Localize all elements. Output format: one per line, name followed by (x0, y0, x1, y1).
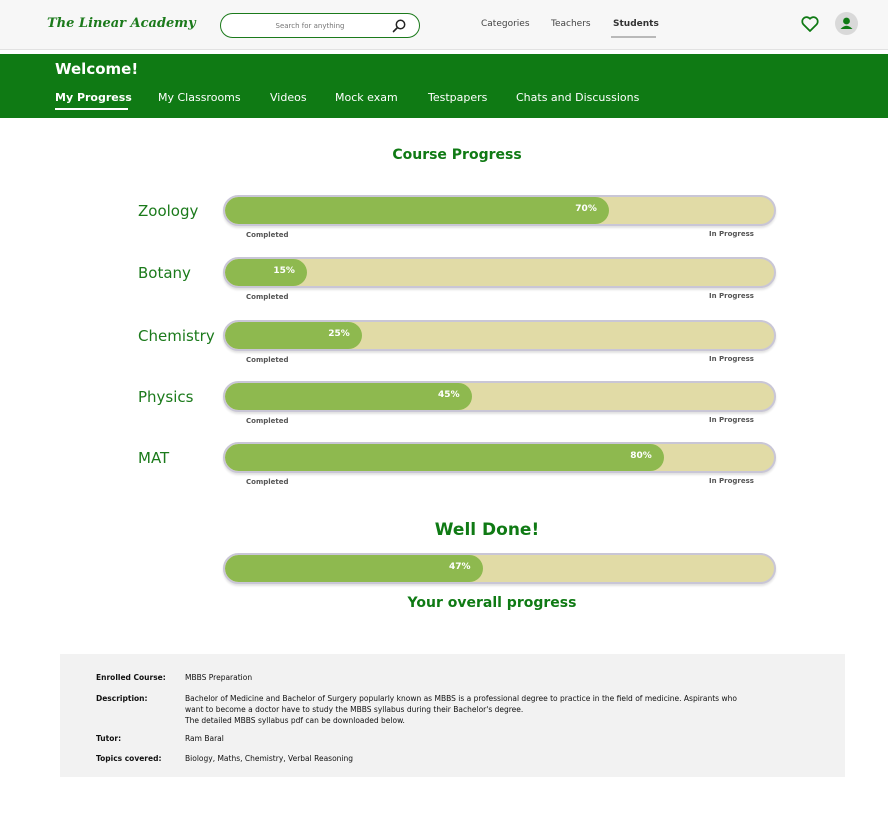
progress-percent: 15% (273, 266, 295, 276)
progress-bar: 45% (223, 381, 776, 412)
heart-icon[interactable] (800, 14, 820, 34)
tutor-value: Ram Baral (185, 734, 224, 743)
in-progress-label: In Progress (709, 355, 754, 363)
overall-progress-caption: Your overall progress (407, 595, 577, 611)
search-input[interactable] (235, 18, 385, 33)
tab-my-progress[interactable]: My Progress (55, 91, 132, 104)
tab-my-classrooms[interactable]: My Classrooms (158, 91, 241, 104)
progress-percent: 47% (449, 562, 471, 572)
nav-categories[interactable]: Categories (481, 19, 530, 29)
user-avatar[interactable] (835, 12, 858, 35)
description-line: The detailed MBBS syllabus pdf can be do… (185, 716, 405, 725)
tab-chats-and-discussions[interactable]: Chats and Discussions (516, 91, 639, 104)
tab-testpapers[interactable]: Testpapers (428, 91, 487, 104)
progress-fill (225, 259, 308, 286)
description-line: Bachelor of Medicine and Bachelor of Sur… (185, 694, 737, 703)
progress-fill (225, 444, 665, 471)
progress-percent: 70% (575, 204, 597, 214)
nav-teachers[interactable]: Teachers (551, 19, 591, 29)
subject-label: Zoology (138, 202, 199, 220)
subject-label: Botany (138, 264, 191, 282)
completed-label: Completed (246, 356, 289, 364)
well-done-heading: Well Done! (434, 520, 540, 540)
progress-fill (225, 197, 610, 224)
nav-active-indicator (611, 36, 656, 38)
course-info-card: Enrolled Course: MBBS Preparation Descri… (60, 654, 845, 777)
completed-label: Completed (246, 417, 289, 425)
completed-label: Completed (246, 231, 289, 239)
completed-label: Completed (246, 293, 289, 301)
progress-percent: 80% (630, 451, 652, 461)
course-progress-title: Course Progress (392, 147, 522, 163)
overall-progress-bar: 47% (223, 553, 776, 584)
enrolled-course-value: MBBS Preparation (185, 673, 253, 682)
completed-label: Completed (246, 478, 289, 486)
progress-bar: 15% (223, 257, 776, 288)
in-progress-label: In Progress (709, 477, 754, 485)
subject-label: Physics (138, 388, 194, 406)
site-logo[interactable]: The Linear Academy (47, 16, 196, 31)
enrolled-course-key: Enrolled Course: (96, 673, 166, 682)
subject-label: Chemistry (138, 327, 215, 345)
subject-label: MAT (138, 449, 170, 467)
in-progress-label: In Progress (709, 292, 754, 300)
tutor-key: Tutor: (96, 734, 122, 743)
progress-fill (225, 555, 484, 582)
description-line: want to become a doctor have to study th… (185, 705, 524, 714)
tab-active-indicator (55, 108, 128, 110)
topics-value: Biology, Maths, Chemistry, Verbal Reason… (185, 754, 354, 763)
tab-videos[interactable]: Videos (270, 91, 307, 104)
progress-bar: 70% (223, 195, 776, 226)
progress-percent: 25% (328, 329, 350, 339)
description-key: Description: (96, 694, 148, 703)
progress-percent: 45% (438, 390, 460, 400)
top-navbar: The Linear Academy Categories Teachers S… (0, 0, 888, 50)
user-icon (840, 17, 853, 29)
in-progress-label: In Progress (709, 416, 754, 424)
nav-students[interactable]: Students (613, 19, 659, 29)
topics-key: Topics covered: (96, 754, 162, 763)
progress-fill (225, 383, 473, 410)
search-icon[interactable] (391, 18, 407, 34)
search-bar[interactable] (220, 13, 420, 38)
welcome-heading: Welcome! (55, 60, 139, 78)
in-progress-label: In Progress (709, 230, 754, 238)
progress-bar: 80% (223, 442, 776, 473)
progress-bar: 25% (223, 320, 776, 351)
tab-mock-exam[interactable]: Mock exam (335, 91, 398, 104)
